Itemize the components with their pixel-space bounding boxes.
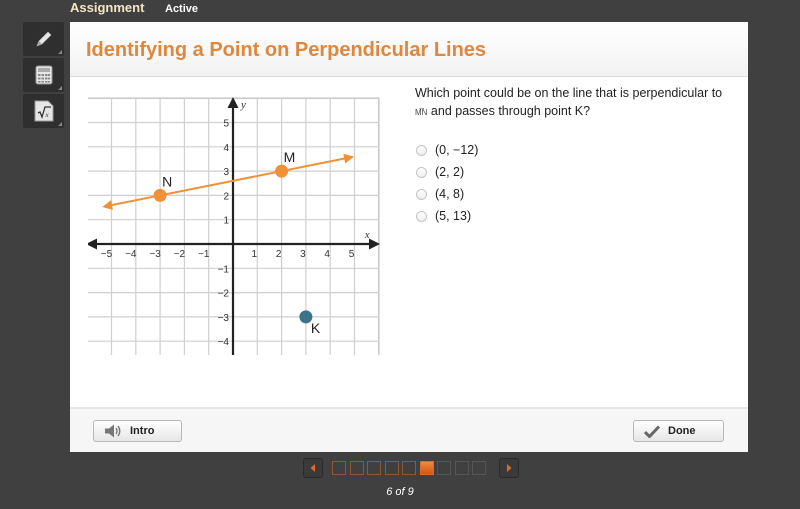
- page-indicator: 6 of 9: [386, 486, 414, 498]
- corner-indicator: [58, 122, 62, 126]
- x-tick-label: 5: [349, 249, 355, 260]
- answer-options: (0, −12) (2, 2) (4, 8) (5, 13): [416, 139, 478, 227]
- calculator-icon: [35, 65, 52, 85]
- option-label: (2, 2): [435, 165, 465, 179]
- question-text: Which point could be on the line that is…: [415, 84, 735, 120]
- x-tick-label: −3: [149, 249, 161, 260]
- y-tick-label: −4: [218, 337, 230, 348]
- y-tick-label: −2: [218, 289, 230, 300]
- radio-button[interactable]: [416, 210, 427, 222]
- point-label-n: N: [162, 173, 172, 189]
- panel-footer: Intro Done: [70, 407, 748, 452]
- x-tick-label: −2: [174, 249, 186, 260]
- radio-button[interactable]: [416, 166, 427, 178]
- page-title: Identifying a Point on Perpendicular Lin…: [86, 39, 487, 61]
- corner-indicator: [58, 86, 62, 90]
- radio-button[interactable]: [416, 188, 427, 200]
- x-tick-label: −4: [125, 249, 137, 260]
- page-dot-7[interactable]: [437, 461, 451, 475]
- corner-indicator: [58, 50, 62, 54]
- x-axis-label: x: [364, 229, 370, 241]
- point-m: [275, 164, 289, 178]
- next-button[interactable]: [498, 458, 519, 478]
- page-dot-5[interactable]: [402, 461, 416, 475]
- formula-tool-button[interactable]: x: [23, 94, 64, 128]
- y-tick-label: 3: [223, 167, 229, 178]
- x-tick-label: 3: [300, 249, 306, 260]
- point-n: [153, 188, 167, 202]
- page-dot-4[interactable]: [384, 461, 399, 475]
- left-arrow-icon: [310, 464, 315, 472]
- pencil-tool-button[interactable]: [23, 22, 64, 56]
- status-label: Active: [165, 3, 199, 15]
- page-dot-8[interactable]: [454, 461, 469, 475]
- question-text-before: Which point could be on the line that is…: [415, 86, 723, 100]
- page-dot-3[interactable]: [367, 461, 381, 475]
- y-tick-label: 4: [223, 143, 229, 154]
- page-dot-6[interactable]: [419, 461, 434, 475]
- intro-button[interactable]: Intro: [93, 420, 182, 442]
- answer-option[interactable]: (4, 8): [416, 183, 478, 205]
- formula-icon: x: [34, 100, 53, 122]
- answer-option[interactable]: (5, 13): [416, 205, 478, 227]
- y-axis-label: y: [240, 99, 246, 111]
- assignment-label: Assignment: [70, 0, 145, 15]
- point-label-m: M: [284, 149, 296, 165]
- page-dot-2[interactable]: [349, 461, 364, 475]
- line-arrow-icon: ↔: [417, 103, 426, 112]
- top-bar: Assignment Active: [0, 0, 800, 20]
- option-label: (4, 8): [435, 187, 465, 201]
- speaker-icon: [104, 424, 122, 438]
- x-tick-label: 4: [324, 249, 330, 260]
- y-tick-label: 1: [223, 216, 229, 227]
- radio-button[interactable]: [416, 144, 427, 156]
- calculator-tool-button[interactable]: [23, 58, 64, 92]
- question-text-after: and passes through point K?: [427, 104, 591, 118]
- x-tick-label: −1: [198, 249, 210, 260]
- answer-option[interactable]: (0, −12): [416, 139, 478, 161]
- option-label: (0, −12): [435, 143, 479, 157]
- page-dots: [332, 461, 490, 475]
- y-tick-label: 2: [223, 191, 229, 202]
- intro-label: Intro: [130, 425, 155, 437]
- checkmark-icon: [644, 424, 660, 438]
- done-label: Done: [668, 425, 696, 437]
- done-button[interactable]: Done: [633, 420, 724, 442]
- previous-button[interactable]: [303, 458, 323, 478]
- right-arrow-icon: [506, 464, 511, 472]
- x-tick-label: 2: [276, 249, 282, 260]
- option-label: (5, 13): [435, 209, 472, 223]
- y-tick-label: −1: [218, 264, 230, 275]
- y-tick-label: −3: [218, 313, 230, 324]
- panel-header: Identifying a Point on Perpendicular Lin…: [70, 22, 748, 77]
- page-dot-9[interactable]: [472, 461, 486, 475]
- page-dot-1[interactable]: [332, 461, 346, 475]
- pencil-icon: [35, 31, 51, 47]
- y-tick-label: 5: [223, 119, 229, 130]
- x-tick-label: 1: [252, 249, 258, 260]
- coordinate-graph: xy−5−4−3−2−112345−5−4−3−2−112345NMK: [88, 96, 380, 355]
- point-label-k: K: [311, 320, 321, 336]
- question-panel: Identifying a Point on Perpendicular Lin…: [70, 22, 748, 452]
- x-tick-label: −5: [101, 249, 113, 260]
- answer-option[interactable]: (2, 2): [416, 161, 478, 183]
- pagination: [303, 458, 519, 478]
- line-mn-notation: ↔ MN: [415, 103, 428, 117]
